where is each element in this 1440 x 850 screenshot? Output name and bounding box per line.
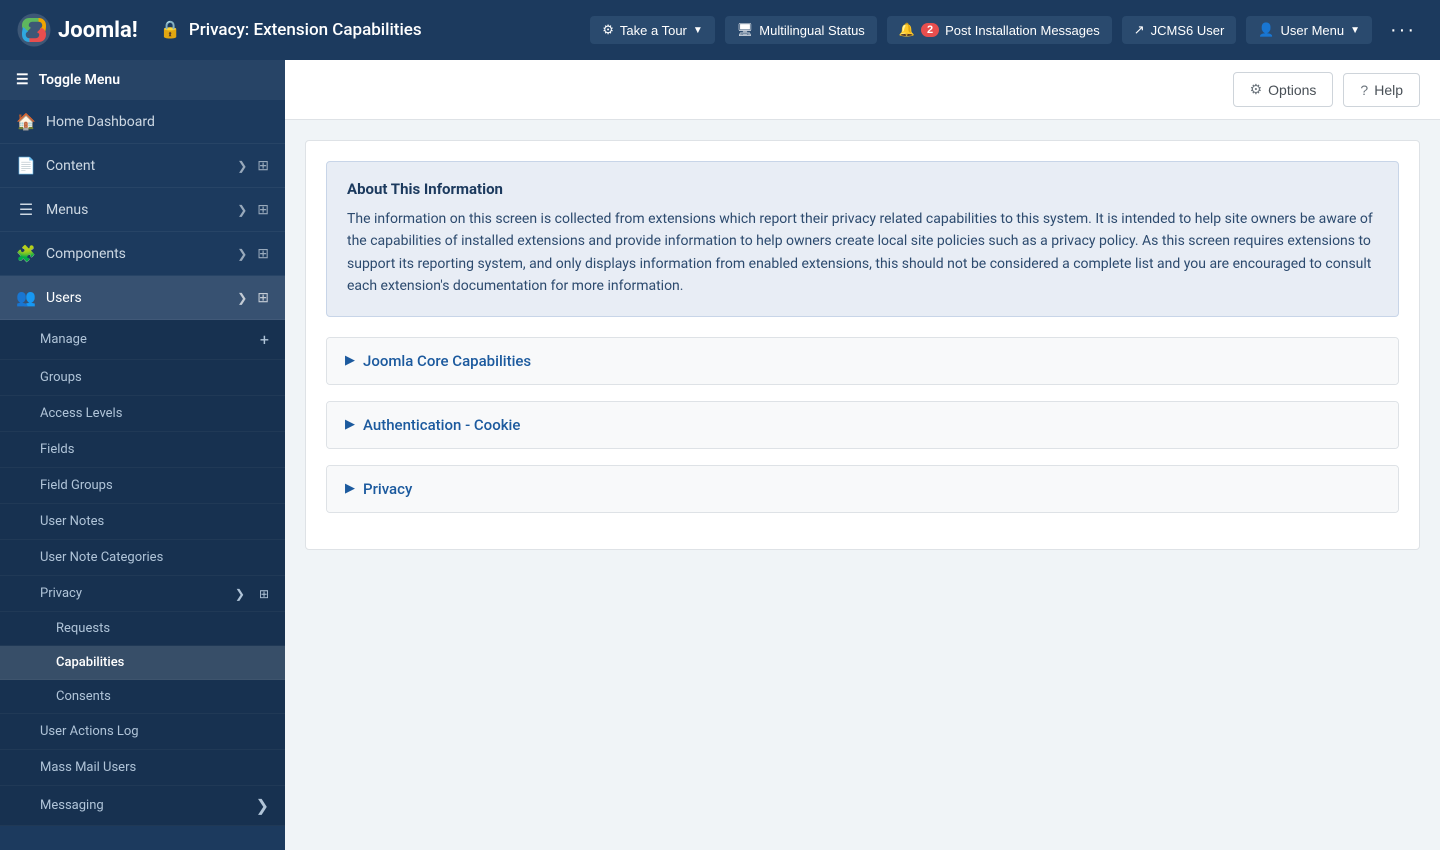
chevron-right-icon: ❯ [237,159,247,173]
sidebar-deep-capabilities[interactable]: Capabilities [0,646,285,680]
sidebar-sub-access-levels[interactable]: Access Levels [0,396,285,432]
chevron-down-icon: ❯ [237,291,247,305]
triangle-right-icon: ▶ [345,481,355,496]
triangle-right-icon: ▶ [345,417,355,432]
triangle-right-icon: ▶ [345,353,355,368]
grid-icon: ⊞ [257,246,269,262]
sidebar-item-components[interactable]: 🧩 Components ❯ ⊞ [0,232,285,276]
external-link-icon: ↗ [1134,22,1145,38]
layout: ☰ Toggle Menu 🏠 Home Dashboard 📄 Content… [0,60,1440,850]
chevron-right-icon: ❯ [237,203,247,217]
main-content: ⚙ Options ? Help About This Information … [285,60,1440,850]
sidebar-sub-groups[interactable]: Groups [0,360,285,396]
user-icon: 👤 [1258,22,1274,38]
toolbar: ⚙ Options ? Help [285,60,1440,120]
grid-icon: ⊞ [257,290,269,306]
collapsible-auth-cookie: ▶ Authentication - Cookie [326,401,1399,449]
components-icon: 🧩 [16,244,36,263]
info-box-title: About This Information [347,180,1378,198]
lock-icon: 🔒 [160,20,181,40]
menus-icon: ☰ [16,200,36,219]
sidebar-sub-field-groups[interactable]: Field Groups [0,468,285,504]
collapsible-privacy-title: Privacy [363,480,412,498]
content-area: About This Information The information o… [285,120,1440,850]
notification-badge: 2 [921,23,939,37]
grid-icon: ⊞ [257,202,269,218]
help-button[interactable]: ? Help [1343,73,1420,107]
sidebar-sub-manage[interactable]: Manage + [0,320,285,360]
add-icon: + [260,330,269,349]
sidebar-deep-consents[interactable]: Consents [0,680,285,714]
sidebar-item-users[interactable]: 👥 Users ❯ ⊞ [0,276,285,320]
sidebar-sub-mass-mail-users[interactable]: Mass Mail Users [0,750,285,786]
content-card: About This Information The information o… [305,140,1420,550]
multilingual-icon: 🖥 [737,22,754,38]
chevron-down-icon: ❯ [235,587,245,601]
sidebar-sub-messaging[interactable]: Messaging ❯ [0,786,285,826]
collapsible-joomla-core-header[interactable]: ▶ Joomla Core Capabilities [327,338,1398,384]
home-icon: 🏠 [16,112,36,131]
hamburger-icon: ☰ [16,72,29,88]
multilingual-status-button[interactable]: 🖥 Multilingual Status [725,16,877,44]
sidebar-sub-user-note-categories[interactable]: User Note Categories [0,540,285,576]
sidebar-deep-requests[interactable]: Requests [0,612,285,646]
jcms-user-button[interactable]: ↗ JCMS6 User [1122,16,1237,44]
content-icon: 📄 [16,156,36,175]
sidebar-item-menus[interactable]: ☰ Menus ❯ ⊞ [0,188,285,232]
options-button[interactable]: ⚙ Options [1233,72,1334,107]
collapsible-auth-cookie-title: Authentication - Cookie [363,416,520,434]
more-options-button[interactable]: ··· [1382,15,1424,46]
page-title-topbar: 🔒 Privacy: Extension Capabilities [160,20,422,40]
sidebar: ☰ Toggle Menu 🏠 Home Dashboard 📄 Content… [0,60,285,850]
chevron-right-icon: ❯ [256,796,269,815]
collapsible-privacy-header[interactable]: ▶ Privacy [327,466,1398,512]
collapsible-joomla-core-title: Joomla Core Capabilities [363,352,531,370]
sidebar-item-content[interactable]: 📄 Content ❯ ⊞ [0,144,285,188]
collapsible-auth-cookie-header[interactable]: ▶ Authentication - Cookie [327,402,1398,448]
user-menu-button[interactable]: 👤 User Menu ▼ [1246,16,1372,44]
logo[interactable]: Joomla! [16,12,138,48]
collapsible-joomla-core: ▶ Joomla Core Capabilities [326,337,1399,385]
users-submenu: Manage + Groups Access Levels Fields Fie… [0,320,285,826]
toggle-menu-button[interactable]: ☰ Toggle Menu [0,60,285,100]
info-box-text: The information on this screen is collec… [347,208,1378,298]
tour-icon: ⚙ [602,22,614,38]
users-icon: 👥 [16,288,36,307]
sidebar-sub-user-actions-log[interactable]: User Actions Log [0,714,285,750]
chevron-right-icon: ❯ [237,247,247,261]
post-installation-button[interactable]: 🔔 2 Post Installation Messages [887,16,1112,44]
sidebar-sub-privacy[interactable]: Privacy ❯ ⊞ [0,576,285,612]
gear-icon: ⚙ [1250,81,1263,98]
grid-icon: ⊞ [257,158,269,174]
chevron-down-icon: ▼ [693,25,703,36]
take-a-tour-button[interactable]: ⚙ Take a Tour ▼ [590,16,715,44]
collapsible-privacy: ▶ Privacy [326,465,1399,513]
logo-text: Joomla! [58,18,138,43]
topbar: Joomla! 🔒 Privacy: Extension Capabilitie… [0,0,1440,60]
bell-icon: 🔔 [899,22,915,38]
sidebar-sub-fields[interactable]: Fields [0,432,285,468]
chevron-down-icon: ▼ [1350,25,1360,36]
info-box: About This Information The information o… [326,161,1399,317]
sidebar-item-home[interactable]: 🏠 Home Dashboard [0,100,285,144]
help-icon: ? [1360,82,1368,98]
sidebar-sub-user-notes[interactable]: User Notes [0,504,285,540]
grid-icon: ⊞ [259,587,269,601]
